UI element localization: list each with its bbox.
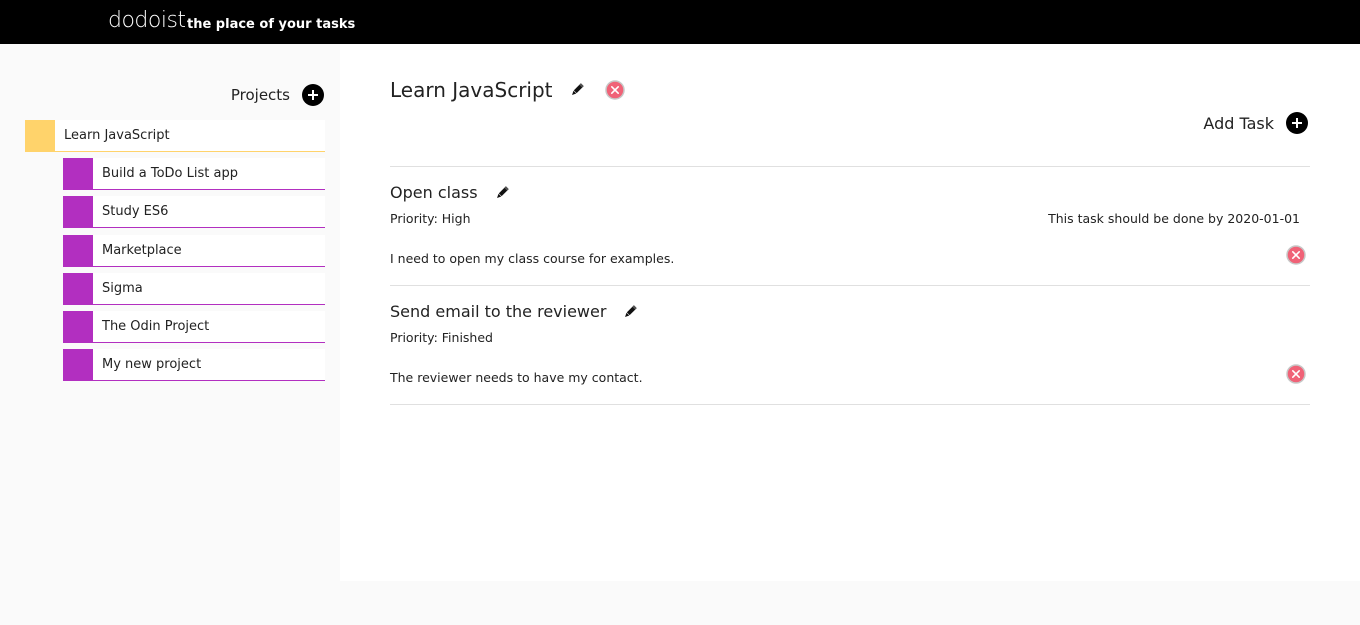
project-heading: Learn JavaScript — [390, 78, 625, 102]
project-color-swatch — [63, 349, 93, 380]
add-task-control[interactable]: Add Task — [1203, 112, 1308, 134]
sidebar-item-label: Learn JavaScript — [64, 128, 170, 143]
task-card: Send email to the reviewer Priority: Fin… — [390, 302, 1310, 402]
sidebar-item-learn-javascript[interactable]: Learn JavaScript — [25, 120, 325, 152]
sidebar: Projects Learn JavaScript Build a ToDo L… — [0, 44, 340, 625]
app-logo[interactable]: dodoist — [108, 8, 186, 34]
sidebar-item-build-todo[interactable]: Build a ToDo List app — [63, 158, 325, 190]
main-panel: Learn JavaScript Add Task Open class Pri… — [340, 44, 1360, 581]
sidebar-item-marketplace[interactable]: Marketplace — [63, 235, 325, 267]
task-due-date: This task should be done by 2020-01-01 — [1048, 211, 1300, 226]
project-color-swatch — [63, 158, 93, 189]
edit-task-pencil-icon[interactable] — [622, 304, 638, 320]
delete-task-close-icon[interactable] — [1286, 245, 1306, 265]
top-bar: dodoist the place of your tasks — [0, 0, 1360, 44]
add-project-icon[interactable] — [302, 84, 324, 106]
task-title: Open class — [390, 183, 478, 202]
delete-project-close-icon[interactable] — [604, 80, 625, 100]
sidebar-item-my-new-project[interactable]: My new project — [63, 349, 325, 381]
edit-project-pencil-icon[interactable] — [569, 82, 585, 98]
edit-task-pencil-icon[interactable] — [494, 185, 510, 201]
project-title: Learn JavaScript — [390, 78, 553, 102]
sidebar-item-label: The Odin Project — [102, 319, 210, 334]
project-color-swatch — [63, 311, 93, 342]
task-title-row: Send email to the reviewer — [390, 302, 1310, 321]
app-tagline: the place of your tasks — [187, 17, 356, 32]
task-card: Open class Priority: High This task shou… — [390, 183, 1310, 283]
sidebar-item-sigma[interactable]: Sigma — [63, 273, 325, 305]
divider — [390, 166, 1310, 167]
sidebar-item-label: Study ES6 — [102, 204, 169, 219]
add-task-label: Add Task — [1203, 113, 1274, 133]
project-color-swatch — [63, 196, 93, 227]
add-task-plus-icon[interactable] — [1286, 112, 1308, 134]
project-color-swatch — [63, 235, 93, 266]
delete-task-close-icon[interactable] — [1286, 364, 1306, 384]
projects-header: Projects — [231, 84, 324, 106]
sidebar-item-label: Build a ToDo List app — [102, 166, 238, 181]
divider — [390, 285, 1310, 286]
task-description: I need to open my class course for examp… — [390, 251, 675, 266]
projects-title: Projects — [230, 86, 290, 104]
task-title-row: Open class — [390, 183, 1310, 202]
project-color-swatch — [25, 120, 55, 151]
sidebar-item-label: Sigma — [102, 281, 143, 296]
sidebar-item-label: Marketplace — [102, 243, 182, 258]
task-priority: Priority: Finished — [390, 330, 493, 345]
task-description: The reviewer needs to have my contact. — [390, 370, 643, 385]
sidebar-item-study-es6[interactable]: Study ES6 — [63, 196, 325, 228]
project-color-swatch — [63, 273, 93, 304]
sidebar-item-label: My new project — [102, 357, 202, 372]
divider — [390, 404, 1310, 405]
sidebar-item-odin-project[interactable]: The Odin Project — [63, 311, 325, 343]
task-priority: Priority: High — [390, 211, 471, 226]
task-title: Send email to the reviewer — [390, 302, 607, 321]
